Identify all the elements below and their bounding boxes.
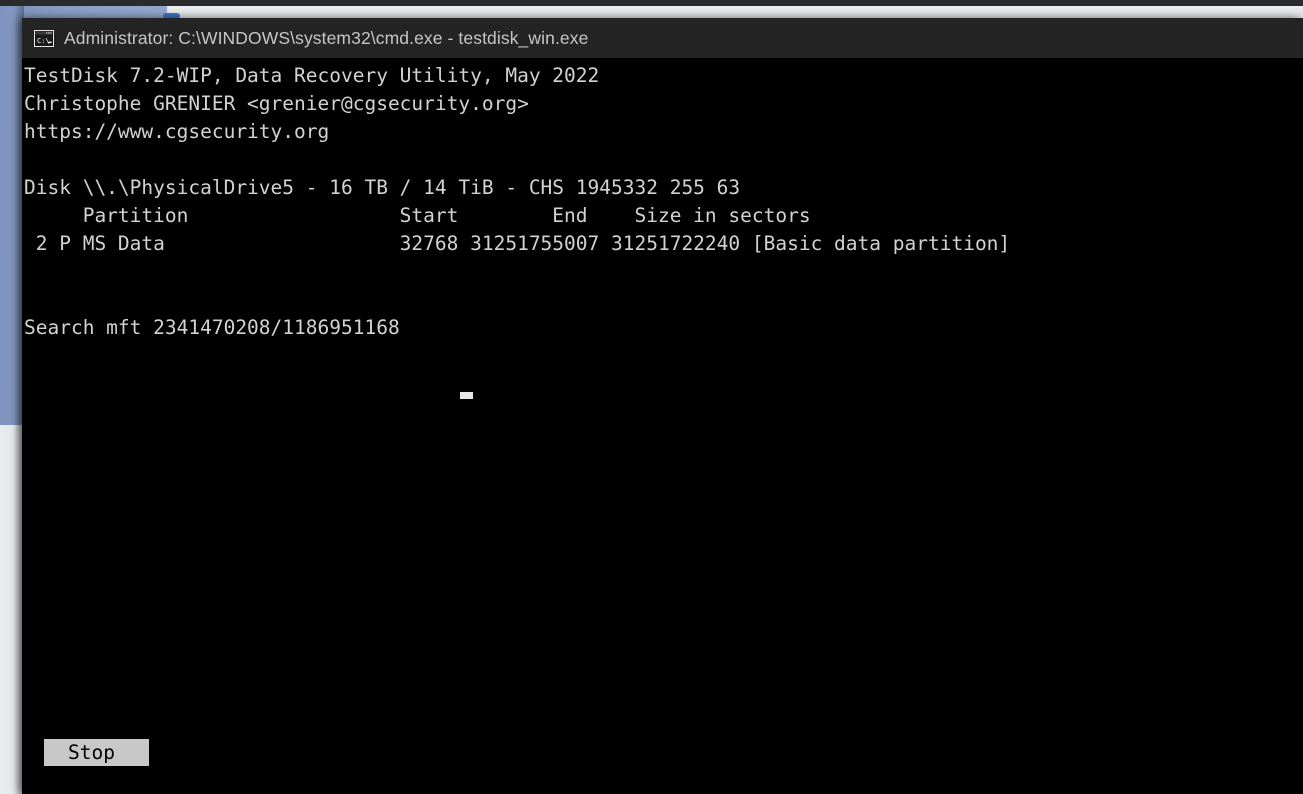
terminal-line-disk: Disk \\.\PhysicalDrive5 - 16 TB / 14 TiB… bbox=[24, 176, 741, 199]
terminal-line-partition-row: 2 P MS Data 32768 31251755007 3125172224… bbox=[24, 232, 1011, 255]
stop-button[interactable]: Stop bbox=[44, 739, 149, 766]
svg-text:C:\: C:\ bbox=[37, 37, 50, 45]
cmd-console-icon: C:\ bbox=[34, 29, 54, 47]
terminal-output[interactable]: TestDisk 7.2-WIP, Data Recovery Utility,… bbox=[22, 58, 1303, 794]
window-titlebar[interactable]: C:\ Administrator: C:\WINDOWS\system32\c… bbox=[22, 18, 1303, 58]
terminal-line-search-progress: Search mft 2341470208/1186951168 bbox=[24, 316, 400, 339]
block-cursor bbox=[460, 392, 473, 399]
window-title-text: Administrator: C:\WINDOWS\system32\cmd.e… bbox=[64, 27, 589, 48]
terminal-line-1: Christophe GRENIER <grenier@cgsecurity.o… bbox=[24, 92, 529, 115]
console-window[interactable]: C:\ Administrator: C:\WINDOWS\system32\c… bbox=[22, 18, 1303, 794]
terminal-line-table-header: Partition Start End Size in sectors bbox=[24, 204, 811, 227]
screen: C:\ Administrator: C:\WINDOWS\system32\c… bbox=[0, 0, 1303, 794]
terminal-line-0: TestDisk 7.2-WIP, Data Recovery Utility,… bbox=[24, 64, 600, 87]
terminal-line-2: https://www.cgsecurity.org bbox=[24, 120, 330, 143]
